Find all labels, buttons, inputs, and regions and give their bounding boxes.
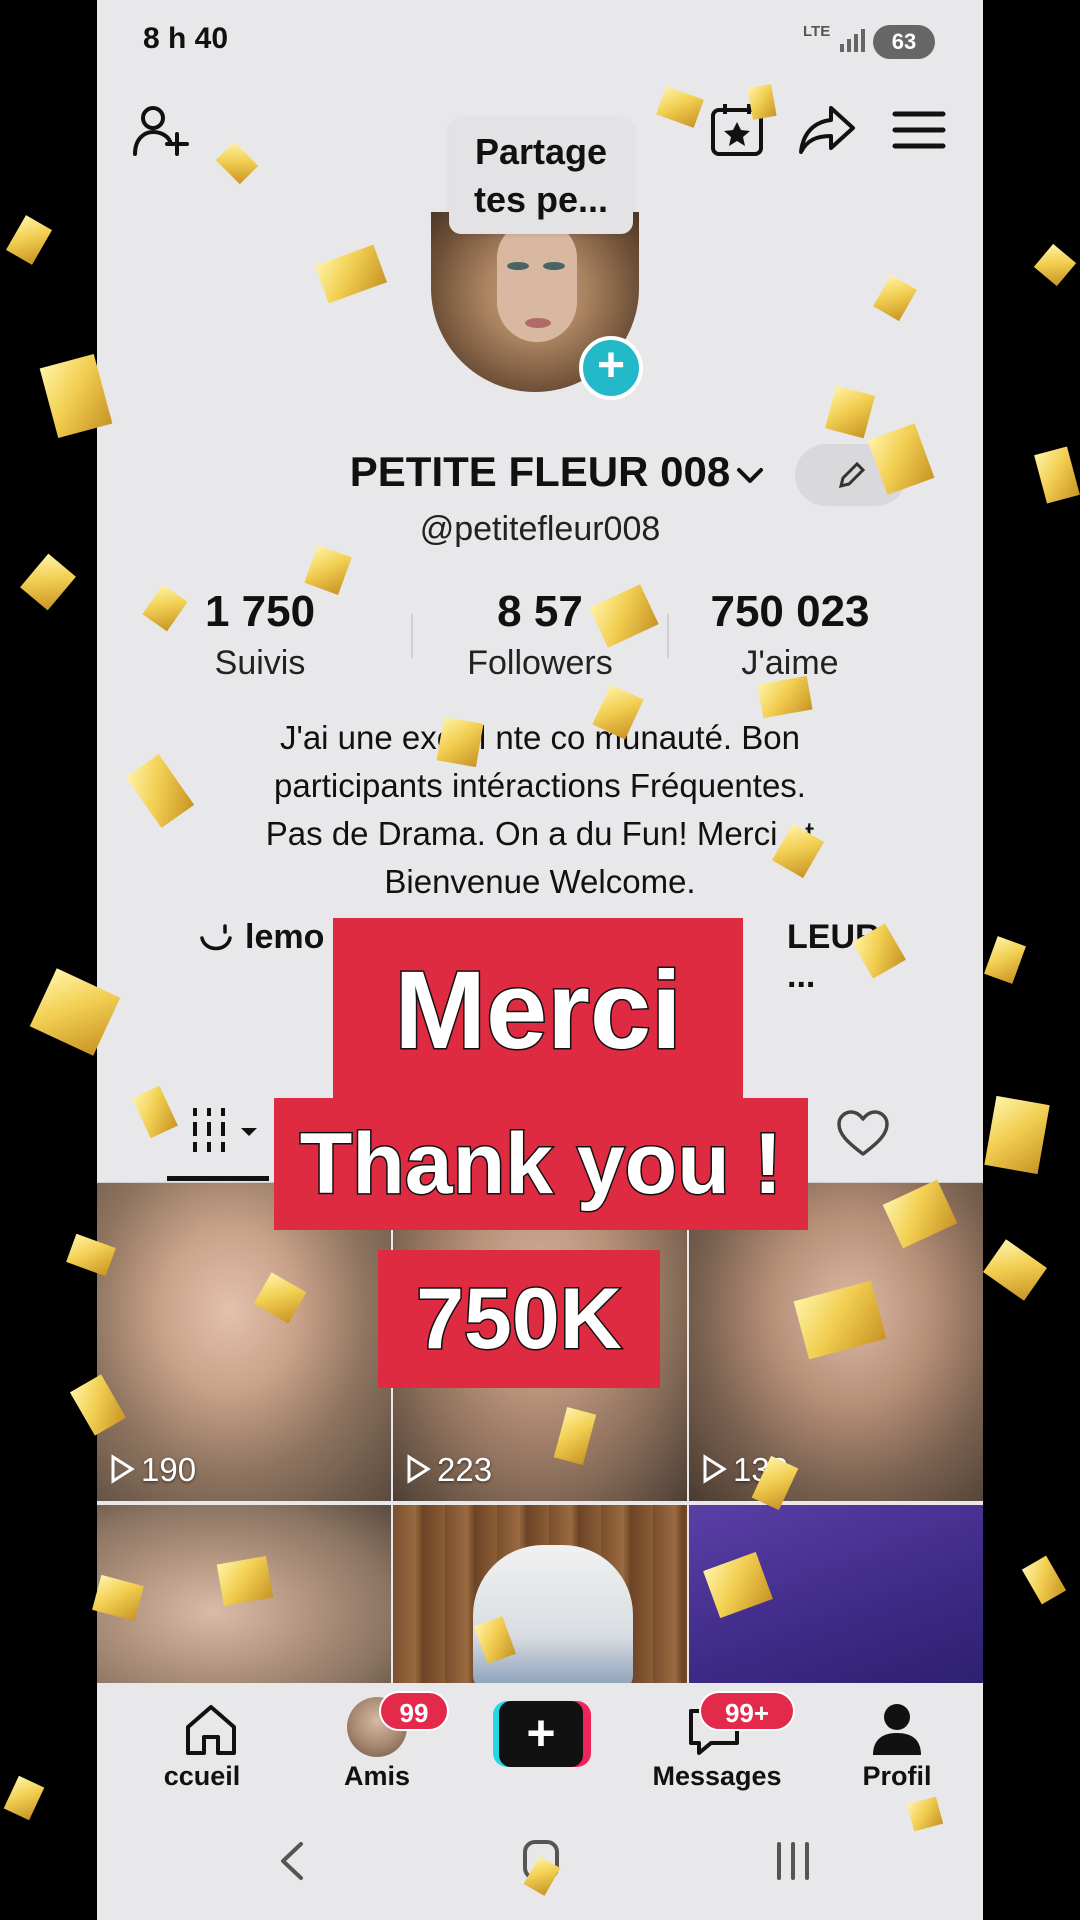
view-count-text: 132 — [733, 1451, 789, 1488]
home-circle-icon[interactable] — [521, 1838, 561, 1882]
add-friend-icon[interactable] — [129, 98, 193, 162]
video-thumbnail[interactable]: 190 — [97, 1183, 391, 1501]
profile-icon — [873, 1704, 921, 1755]
friends-badge: 99 — [379, 1691, 449, 1731]
confetti-piece — [1021, 1555, 1067, 1605]
bio-line: Bienvenue Welcome. — [384, 863, 696, 900]
edit-profile-button[interactable] — [795, 444, 907, 506]
confetti-piece — [983, 1239, 1047, 1301]
stat-following[interactable]: 1 750 Suivis — [140, 584, 380, 686]
video-thumbnail[interactable]: 132 — [689, 1183, 983, 1501]
back-icon[interactable] — [277, 1840, 307, 1882]
stat-label: Suivis — [214, 644, 306, 682]
stat-value: 8 57 — [497, 587, 583, 636]
confetti-piece — [20, 553, 76, 611]
stat-label: Followers — [467, 644, 613, 682]
video-thumbnail[interactable] — [393, 1505, 687, 1683]
confetti-piece — [3, 1775, 45, 1821]
signal-icon — [840, 29, 865, 52]
videos-grid-tab-icon[interactable] — [189, 1108, 261, 1156]
network-type: LTE — [803, 23, 831, 40]
chevron-down-icon[interactable] — [733, 464, 767, 488]
profile-handle: @petitefleur008 — [419, 510, 661, 548]
stat-label: J'aime — [741, 644, 839, 682]
share-tooltip[interactable]: Partage tes pe... — [449, 118, 633, 234]
video-thumbnail[interactable]: 223 — [393, 1183, 687, 1501]
smile-icon — [200, 924, 232, 951]
video-view-count: 223 — [405, 1451, 492, 1489]
link-text-end: LEUR ... — [787, 918, 880, 995]
video-grid: 190 223 132 — [97, 1183, 983, 1683]
bio-line: J'ai une excell nte co munauté. Bon — [280, 719, 800, 756]
profile-stats: 1 750 Suivis 8 57 Followers 750 023 J'ai… — [97, 584, 983, 694]
play-icon — [407, 1454, 431, 1484]
messages-badge: 99+ — [699, 1691, 795, 1731]
status-time: 8 h 40 — [143, 22, 229, 55]
view-count-text: 190 — [141, 1451, 197, 1488]
stat-divider — [667, 614, 669, 658]
stat-likes[interactable]: 750 023 J'aime — [670, 584, 910, 686]
video-view-count: 190 — [109, 1451, 196, 1489]
confetti-piece — [984, 1095, 1050, 1175]
play-icon — [111, 1454, 135, 1484]
nav-profile[interactable]: Profil — [837, 1683, 957, 1800]
confetti-piece — [6, 215, 52, 265]
nav-messages-label: Messages — [652, 1761, 782, 1791]
home-icon — [186, 1705, 236, 1755]
video-view-count: 132 — [701, 1451, 788, 1489]
tooltip-line-2: tes pe... — [473, 179, 609, 220]
system-navigation-bar — [97, 1800, 983, 1920]
tooltip-line-1: Partage — [474, 131, 608, 172]
confetti-piece — [1033, 243, 1077, 287]
video-thumbnail[interactable] — [97, 1505, 391, 1683]
nav-messages[interactable]: 99+ Messages — [637, 1683, 797, 1800]
create-button[interactable]: + — [493, 1701, 591, 1767]
profile-link-row[interactable]: lemo LEUR ... — [197, 914, 887, 995]
liked-videos-heart-icon[interactable] — [835, 1108, 891, 1160]
stat-followers[interactable]: 8 57 Followers — [420, 584, 660, 686]
stat-value: 1 750 — [204, 587, 316, 636]
pencil-icon — [838, 461, 866, 489]
status-bar: 8 h 40 LTE 63 — [97, 0, 983, 84]
bottom-navigation: ccueil 99 Amis + 99+ Messages Profil — [97, 1683, 983, 1800]
confetti-piece — [984, 936, 1026, 984]
nav-friends[interactable]: 99 Amis — [297, 1683, 457, 1800]
video-thumbnail[interactable] — [689, 1505, 983, 1683]
nav-friends-label: Amis — [343, 1761, 411, 1791]
link-text-start: lemo — [245, 918, 325, 956]
phone-screen: 8 h 40 LTE 63 + Partage tes pe... PETITE… — [97, 0, 983, 1920]
stat-value: 750 023 — [710, 587, 870, 636]
profile-bio: J'ai une excell nte co munauté. Bon part… — [193, 714, 887, 906]
add-story-button[interactable]: + — [579, 336, 643, 400]
nav-home[interactable]: ccueil — [127, 1683, 277, 1800]
recent-apps-icon[interactable] — [773, 1840, 813, 1882]
plus-icon: + — [499, 1701, 583, 1767]
profile-tabs — [97, 1100, 983, 1182]
nav-profile-label: Profil — [862, 1761, 932, 1791]
confetti-piece — [1034, 446, 1080, 504]
profile-name: PETITE FLEUR 008 — [349, 448, 731, 495]
bio-line: Pas de Drama. On a du Fun! Merci et — [265, 815, 815, 852]
share-icon[interactable] — [795, 98, 859, 162]
menu-icon[interactable] — [887, 98, 951, 162]
active-tab-indicator — [167, 1176, 269, 1181]
calendar-star-icon[interactable] — [705, 98, 769, 162]
play-icon — [703, 1454, 727, 1484]
battery-indicator: 63 — [873, 25, 935, 59]
stat-divider — [411, 614, 413, 658]
bio-line: participants intéractions Fréquentes. — [274, 767, 806, 804]
view-count-text: 223 — [437, 1451, 493, 1488]
nav-home-label: ccueil — [163, 1761, 241, 1791]
